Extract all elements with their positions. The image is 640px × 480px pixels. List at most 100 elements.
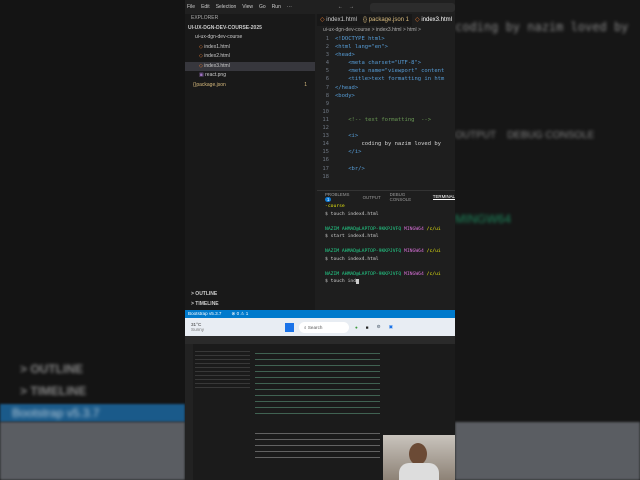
tab-package-json[interactable]: {} package.json 1 [360, 14, 412, 26]
menu-selection[interactable]: Selection [216, 4, 237, 10]
menu-file[interactable]: File [187, 4, 195, 10]
file-index1[interactable]: ◇ index1.html [185, 43, 315, 53]
taskbar-search[interactable]: ⌕ Search [299, 321, 349, 333]
code-line[interactable]: 17 <br/> [317, 165, 455, 173]
menu-go[interactable]: Go [259, 4, 266, 10]
code-text: <meta name="viewport" content [335, 68, 445, 75]
explorer-title: EXPLORER [191, 15, 219, 21]
line-number: 9 [325, 100, 329, 107]
presenter-face [409, 443, 427, 465]
code-line[interactable]: 4 <meta charset="UTF-8"> [317, 59, 455, 67]
tab-terminal[interactable]: TERMINAL [432, 194, 455, 200]
code-text: <title>text formatting in htm [335, 76, 445, 83]
task-view-icon[interactable]: ■ [366, 325, 369, 330]
code-line[interactable]: 3 <head> [317, 51, 455, 59]
line-number: 18 [322, 173, 329, 180]
menu-run[interactable]: Run [272, 4, 281, 10]
menu-bar: File Edit Selection View Go Run ··· ← → [185, 0, 455, 14]
settings-icon[interactable]: ⚙ [377, 324, 381, 330]
code-line[interactable]: 16 [317, 156, 455, 164]
blurred-statusbar: Bootstrap v5.3.7 [0, 404, 185, 422]
blurred-background-left: > OUTLINE > TIMELINE Bootstrap v5.3.7 [0, 0, 185, 480]
line-number: 16 [322, 157, 329, 164]
code-text: </i> [335, 149, 362, 156]
code-line[interactable]: 7 </head> [317, 84, 455, 92]
code-line[interactable]: 1 <!DOCTYPE html> [317, 35, 455, 43]
folder-item[interactable]: ui-ux-dgn-dev-course [185, 33, 315, 43]
code-text: <html lang="en"> [335, 44, 388, 51]
line-number: 7 [325, 84, 329, 91]
code-text: </head> [335, 84, 359, 91]
code-text: <br/> [335, 165, 365, 172]
code-line[interactable]: 15 </i> [317, 148, 455, 156]
file-react-png[interactable]: ▣ react.png [185, 71, 315, 81]
code-text: coding by nazim loved by [335, 141, 441, 148]
line-number: 4 [325, 60, 329, 67]
widget-icon[interactable]: ● [355, 325, 358, 330]
menu-edit[interactable]: Edit [201, 4, 210, 10]
problems-status[interactable]: ⊗ 0 ⚠ 1 [231, 310, 248, 318]
code-line[interactable]: 14 coding by nazim loved by [317, 140, 455, 148]
timeline-section[interactable]: > TIMELINE [185, 300, 219, 310]
code-line[interactable]: 8 <body> [317, 92, 455, 100]
line-number: 12 [322, 125, 329, 132]
tab-problems[interactable]: PROBLEMS 1 [325, 192, 354, 202]
line-number: 13 [322, 133, 329, 140]
code-text: <!DOCTYPE html> [335, 36, 385, 42]
command-search-input[interactable] [370, 2, 455, 12]
start-icon[interactable] [285, 322, 294, 332]
outline-section[interactable]: > OUTLINE [185, 290, 217, 300]
code-line[interactable]: 5 <meta name="viewport" content [317, 67, 455, 75]
status-bar: Bootstrap v5.3.7 ⊗ 0 ⚠ 1 [185, 310, 455, 318]
line-number: 17 [322, 165, 329, 172]
terminal-output[interactable]: -course $ touch index4.html NAZIM AHMAD@… [317, 203, 455, 286]
code-text: <body> [335, 92, 355, 99]
outlook-icon[interactable]: ▣ [389, 324, 393, 330]
blurred-outline: > OUTLINE [20, 362, 84, 376]
code-line[interactable]: 9 [317, 100, 455, 108]
workspace-root[interactable]: UI-UX-DGN-DEV-COURSE-2025 [185, 24, 315, 34]
code-area[interactable]: 1 <!DOCTYPE html> 2 <html lang="en"> 3 <head>… [317, 35, 455, 181]
tab-index3[interactable]: ◇ index3.html [412, 14, 455, 26]
blurred-timeline: > TIMELINE [20, 384, 87, 398]
code-text: <head> [335, 52, 355, 59]
file-index2[interactable]: ◇ index2.html [185, 52, 315, 62]
blurred-background-right: coding by nazim loved by OUTPUT DEBUG CO… [455, 0, 640, 480]
tab-index1[interactable]: ◇ index1.html [317, 14, 360, 26]
code-text: <!-- text formatting --> [335, 116, 432, 123]
tab-debug-console[interactable]: DEBUG CONSOLE [390, 192, 424, 202]
bootstrap-status[interactable]: Bootstrap v5.3.7 [188, 310, 221, 318]
code-line[interactable]: 12 [317, 124, 455, 132]
menu-more[interactable]: ··· [287, 4, 292, 10]
code-line[interactable]: 6 <title>text formatting in htm [317, 75, 455, 83]
webcam-overlay [383, 435, 455, 480]
line-number: 6 [325, 76, 329, 83]
code-text: <meta charset="UTF-8"> [335, 60, 422, 67]
weather-widget[interactable]: 31°C Sunny [185, 322, 285, 332]
back-arrow-icon[interactable]: ← [338, 4, 343, 10]
forward-arrow-icon[interactable]: → [349, 4, 354, 10]
menu-view[interactable]: View [242, 4, 253, 10]
editor-tabs: ◇ index1.html {} package.json 1 ◇ index3… [317, 14, 455, 26]
editor: ◇ index1.html {} package.json 1 ◇ index3… [317, 14, 455, 188]
tab-output[interactable]: OUTPUT [363, 195, 381, 200]
code-line[interactable]: 13 <i> [317, 132, 455, 140]
terminal-panel: PROBLEMS 1 OUTPUT DEBUG CONSOLE TERMINAL… [317, 190, 455, 310]
code-line[interactable]: 10 [317, 108, 455, 116]
line-number: 8 [325, 92, 329, 99]
vscode-window: File Edit Selection View Go Run ··· ← → … [185, 0, 455, 318]
line-number: 10 [322, 108, 329, 115]
file-package-json[interactable]: {} package.json 1 [185, 81, 315, 91]
code-line[interactable]: 18 [317, 173, 455, 181]
code-line[interactable]: 11 <!-- text formatting --> [317, 116, 455, 124]
screen-recording-thumbnail [185, 336, 455, 480]
line-number: 1 [325, 36, 329, 42]
line-number: 3 [325, 52, 329, 59]
code-text: <i> [335, 133, 359, 140]
panel-tabs: PROBLEMS 1 OUTPUT DEBUG CONSOLE TERMINAL [317, 191, 455, 203]
line-number: 14 [322, 141, 329, 148]
windows-taskbar: 31°C Sunny ⌕ Search ● ■ ⚙ ▣ [185, 318, 455, 336]
line-number: 15 [322, 149, 329, 156]
file-index3[interactable]: ◇ index3.html [185, 61, 315, 71]
code-line[interactable]: 2 <html lang="en"> [317, 43, 455, 51]
